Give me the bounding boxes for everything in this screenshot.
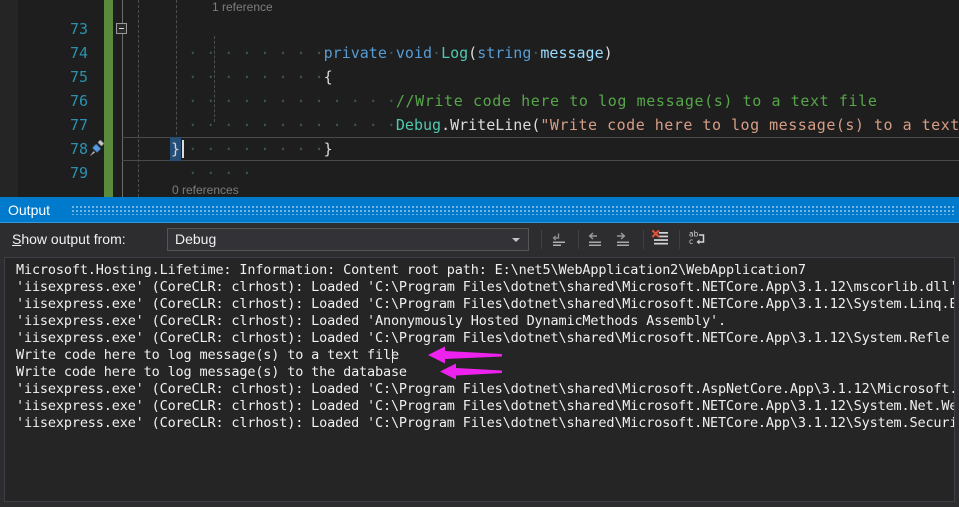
toggle-word-wrap-icon[interactable]: ab c [686, 228, 710, 251]
arrow-database [440, 363, 502, 380]
output-line: 'iisexpress.exe' (CoreCLR: clrhost): Loa… [16, 279, 955, 295]
line-number: 77 [69, 116, 88, 134]
output-tab-bar[interactable]: Output [0, 197, 959, 223]
editor-row-73[interactable]: 73 · · · · · · · ·private·void·Log(strin… [0, 17, 959, 62]
output-line: 'iisexpress.exe' (CoreCLR: clrhost): Loa… [16, 381, 955, 397]
accelerator-letter: S [12, 231, 22, 247]
toolbar-separator-2 [578, 230, 579, 249]
show-output-from-dropdown[interactable]: Debug [167, 228, 529, 251]
output-tab-label[interactable]: Output [8, 197, 50, 223]
output-line: 'iisexpress.exe' (CoreCLR: clrhost): Loa… [16, 313, 727, 329]
go-to-previous-message-icon[interactable] [585, 228, 609, 251]
word-wrap-icon-svg: ab c [689, 230, 705, 246]
output-line-text-file: Write code here to log message(s) to a t… [16, 347, 399, 363]
line-number: 74 [69, 44, 88, 62]
line-number: 75 [69, 68, 88, 86]
show-output-from-label: Show output from: [12, 223, 126, 255]
chevron-down-icon[interactable] [512, 238, 520, 242]
find-message-icon[interactable] [549, 228, 573, 251]
current-line-highlight [134, 137, 959, 161]
go-to-next-message-icon[interactable] [613, 228, 637, 251]
collapse-box-icon[interactable] [116, 23, 127, 34]
editor-row-78[interactable]: 78 · · · · } [0, 137, 959, 182]
tab-drag-grip [72, 206, 955, 215]
toolbar-separator-3 [643, 230, 644, 249]
editor-row-76[interactable]: 76 · · · · · · · · · · · ·Debug.WriteLin… [0, 89, 959, 134]
output-line: 'iisexpress.exe' (CoreCLR: clrhost): Loa… [16, 398, 955, 414]
brush-icon-svg [90, 139, 104, 156]
current-line-gutter-band [122, 137, 134, 161]
codelens-top-label[interactable]: 1 reference [212, 0, 273, 18]
editor-row-75[interactable]: 75 · · · · · · · · · · · ·//Write code h… [0, 65, 959, 110]
selected-brace: } [170, 137, 182, 161]
svg-text:c: c [689, 237, 693, 246]
text-caret [182, 140, 184, 158]
brush-icon[interactable] [88, 139, 106, 158]
next-message-icon-svg [617, 232, 629, 246]
output-tool-window[interactable]: Output Show output from: Debug ab c Micr… [0, 197, 959, 507]
output-toolbar[interactable]: Show output from: Debug ab c [0, 223, 959, 255]
toolbar-separator-1 [541, 230, 542, 249]
prev-message-icon-svg [588, 232, 601, 246]
codelens-row-top[interactable]: 1 reference [0, 0, 959, 18]
output-text-area[interactable]: Microsoft.Hosting.Lifetime: Information:… [4, 257, 955, 502]
editor-row-77[interactable]: 77 · · · · · · · ·} [0, 113, 959, 158]
output-caret [392, 349, 393, 363]
label-rest: how output from: [21, 231, 126, 247]
output-line: 'iisexpress.exe' (CoreCLR: clrhost): Loa… [16, 296, 955, 312]
output-line-database: Write code here to log message(s) to the… [16, 364, 407, 380]
output-line: Microsoft.Hosting.Lifetime: Information:… [16, 262, 806, 278]
find-message-icon-svg [552, 233, 565, 246]
clear-all-icon-svg [651, 229, 668, 245]
code-line-78: · · · · [134, 137, 251, 197]
line-number: 76 [69, 92, 88, 110]
line-number: 73 [69, 20, 88, 38]
line-number: 78 [69, 140, 88, 158]
clear-all-icon[interactable] [650, 228, 674, 251]
toolbar-separator-4 [679, 230, 680, 249]
editor-row-74[interactable]: 74 · · · · · · · ·{ [0, 41, 959, 86]
dropdown-selected-value: Debug [175, 231, 217, 247]
output-line: 'iisexpress.exe' (CoreCLR: clrhost): Loa… [16, 415, 955, 431]
code-editor[interactable]: 1 reference 73 · · · · · · · ·private·vo… [0, 0, 959, 197]
whitespace-dots: · · · · [188, 164, 252, 182]
